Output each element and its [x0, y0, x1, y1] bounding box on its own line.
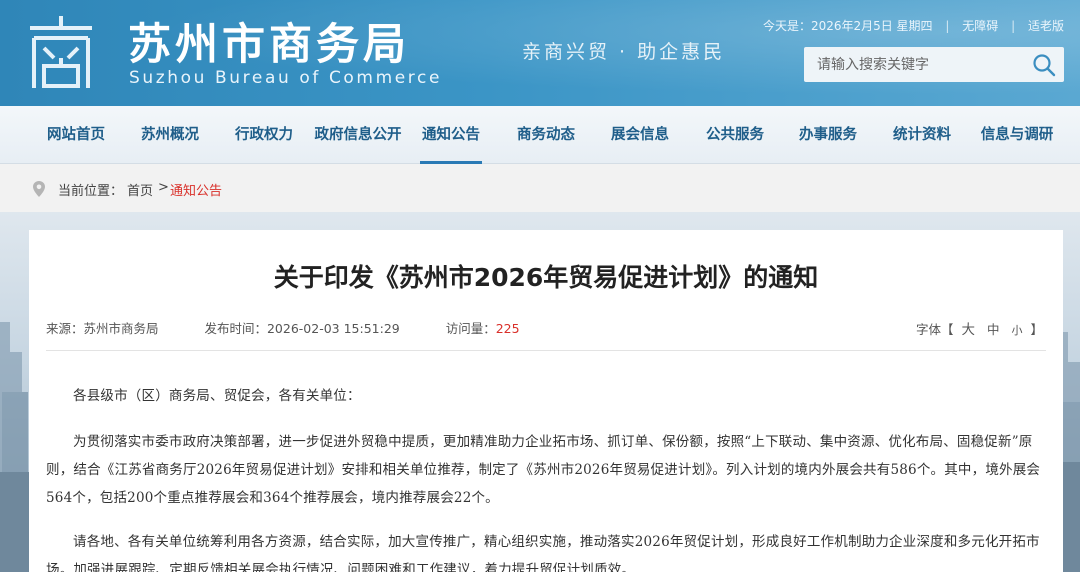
site-title: 苏州市商务局: [128, 20, 410, 70]
site-header: 苏州市商务局 Suzhou Bureau of Commerce 亲商兴贸 · …: [0, 0, 1080, 106]
search-icon[interactable]: [1032, 53, 1056, 77]
nav-item-exhibitions[interactable]: 展会信息: [609, 106, 671, 164]
nav-item-online-service[interactable]: 办事服务: [797, 106, 859, 164]
article-source: 来源：苏州市商务局: [46, 321, 159, 336]
site-subtitle: Suzhou Bureau of Commerce: [129, 68, 443, 88]
article-paragraph: 为贯彻落实市委市政府决策部署，进一步促进外贸稳中提质，更加精准助力企业拓市场、抓…: [46, 434, 1041, 506]
bureau-logo-icon[interactable]: [26, 14, 96, 90]
font-size-switcher: 字体【 大 中 小 】: [916, 318, 1043, 338]
article-views-label: 访问量：: [445, 321, 496, 336]
font-size-large-button[interactable]: 大: [962, 322, 976, 338]
meta-divider: [46, 350, 1046, 351]
article-meta: 来源：苏州市商务局 发布时间：2026-02-03 15:51:29 访问量：2…: [46, 318, 520, 337]
breadcrumb-separator: >: [158, 180, 169, 195]
nav-item-statistics[interactable]: 统计资料: [891, 106, 953, 164]
article-views-count: 225: [495, 321, 520, 336]
nav-item-research[interactable]: 信息与调研: [978, 106, 1056, 164]
nav-item-notices[interactable]: 通知公告: [420, 106, 482, 164]
font-size-medium-button[interactable]: 中: [987, 322, 1000, 337]
accessibility-link[interactable]: 无障碍: [962, 17, 998, 34]
nav-item-commerce-news[interactable]: 商务动态: [515, 106, 577, 164]
breadcrumb-current-link[interactable]: 通知公告: [170, 180, 222, 199]
article-paragraph: 各县级市（区）商务局、贸促会，各有关单位：: [73, 388, 361, 404]
top-links: 今天是：2026年2月5日 星期四 | 无障碍 | 适老版: [762, 17, 1064, 34]
breadcrumb: 当前位置： 首页 > 通知公告: [0, 164, 1080, 212]
article-panel: 关于印发《苏州市2026年贸易促进计划》的通知 来源：苏州市商务局 发布时间：2…: [29, 230, 1063, 572]
font-size-small-button[interactable]: 小: [1012, 324, 1023, 337]
font-size-end: 】: [1030, 322, 1043, 337]
location-pin-icon: [33, 181, 45, 197]
nav-item-info-disclosure[interactable]: 政府信息公开: [313, 106, 403, 164]
elderly-mode-link[interactable]: 适老版: [1028, 17, 1064, 34]
article-body: 各县级市（区）商务局、贸促会，各有关单位： 为贯彻落实市委市政府决策部署，进一步…: [46, 382, 1048, 572]
nav-item-home[interactable]: 网站首页: [46, 106, 106, 164]
nav-item-public-service[interactable]: 公共服务: [704, 106, 766, 164]
nav-item-overview[interactable]: 苏州概况: [140, 106, 200, 164]
date-text: 今天是：2026年2月5日 星期四: [762, 19, 933, 33]
article-publish-time: 发布时间：2026-02-03 15:51:29: [204, 321, 400, 336]
breadcrumb-home-link[interactable]: 首页: [127, 180, 153, 199]
font-size-label: 字体【: [916, 322, 954, 337]
article-title: 关于印发《苏州市2026年贸易促进计划》的通知: [273, 263, 819, 292]
breadcrumb-label: 当前位置：: [58, 184, 124, 199]
slogan: 亲商兴贸 · 助企惠民: [522, 41, 726, 63]
search-input[interactable]: [804, 47, 1024, 82]
nav-item-admin-power[interactable]: 行政权力: [234, 106, 294, 164]
main-nav: 网站首页 苏州概况 行政权力 政府信息公开 通知公告 商务动态 展会信息 公共服…: [0, 106, 1080, 164]
article-paragraph: 请各地、各有关单位统筹利用各方资源，结合实际，加大宣传推广，精心组织实施，推动落…: [46, 534, 1040, 572]
search-box: [804, 47, 1064, 82]
